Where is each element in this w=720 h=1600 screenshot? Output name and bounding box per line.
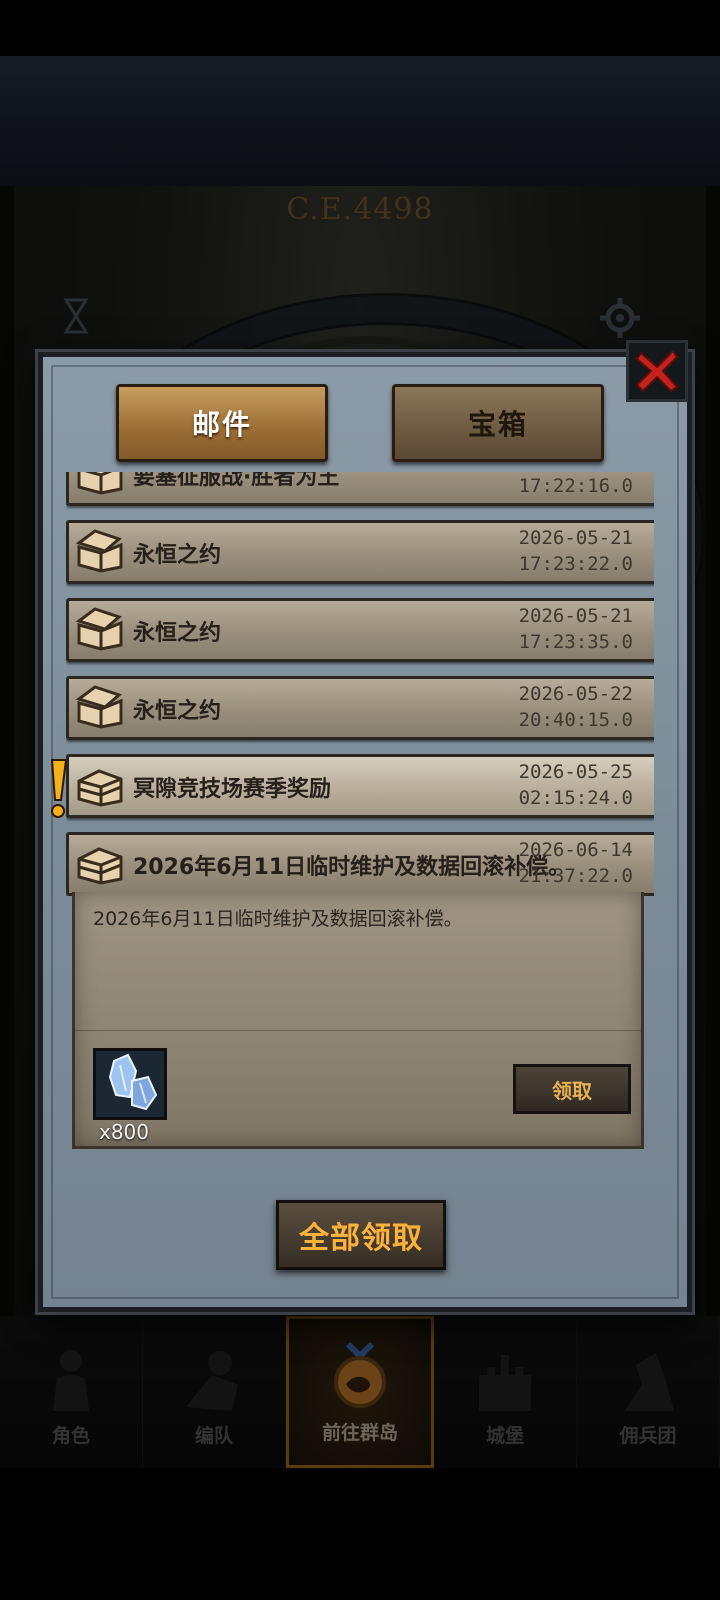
claim-all-button[interactable]: 全部领取 xyxy=(276,1200,446,1270)
mail-detail-panel: 2026年6月11日临时维护及数据回滚补偿。 x800 领取 xyxy=(72,892,644,1149)
mail-row[interactable]: 永恒之约 2026-05-22 20:40:15.0 xyxy=(66,676,654,740)
mail-list[interactable]: 要塞征服战·胜者为王 17:22:16.0 永恒之约 2026-05-21 17… xyxy=(66,472,654,896)
divider xyxy=(75,1030,641,1031)
close-button[interactable] xyxy=(626,340,688,402)
crystal-icon xyxy=(108,1053,158,1111)
mail-title: 要塞征服战·胜者为王 xyxy=(133,472,340,490)
close-icon xyxy=(635,349,679,393)
mail-row[interactable]: 要塞征服战·胜者为王 17:22:16.0 xyxy=(66,472,654,506)
mail-date: 2026-05-22 xyxy=(518,683,633,705)
mail-date: 2026-05-21 xyxy=(518,605,633,627)
chest-icon xyxy=(75,607,123,651)
mail-title: 2026年6月11日临时维护及数据回滚补偿。 xyxy=(133,855,571,880)
mail-time: 21:37:22.0 xyxy=(518,865,633,887)
chest-icon xyxy=(75,529,123,573)
exclamation-icon xyxy=(50,759,68,818)
mail-title: 永恒之约 xyxy=(133,699,222,724)
mail-body-text: 2026年6月11日临时维护及数据回滚补偿。 xyxy=(93,908,463,930)
mail-time: 17:22:16.0 xyxy=(518,475,633,497)
chest-icon xyxy=(75,685,123,729)
tab-chest[interactable]: 宝箱 xyxy=(392,384,604,462)
mail-title: 冥隙竞技场赛季奖励 xyxy=(133,777,332,802)
mail-time: 17:23:35.0 xyxy=(518,631,633,653)
claim-button[interactable]: 领取 xyxy=(513,1064,631,1114)
mail-date: 2026-06-14 xyxy=(518,839,633,861)
mail-row[interactable]: 冥隙竞技场赛季奖励 2026-05-25 02:15:24.0 xyxy=(66,754,654,818)
tab-mail[interactable]: 邮件 xyxy=(116,384,328,462)
mail-title: 永恒之约 xyxy=(133,621,222,646)
mail-time: 02:15:24.0 xyxy=(518,787,633,809)
mail-row[interactable]: 永恒之约 2026-05-21 17:23:22.0 xyxy=(66,520,654,584)
mail-title: 永恒之约 xyxy=(133,543,222,568)
mail-time: 17:23:22.0 xyxy=(518,553,633,575)
mail-date: 2026-05-25 xyxy=(518,761,633,783)
mail-date: 2026-05-21 xyxy=(518,527,633,549)
mail-time: 20:40:15.0 xyxy=(518,709,633,731)
reward-item[interactable] xyxy=(93,1048,167,1120)
mail-row[interactable]: 永恒之约 2026-05-21 17:23:35.0 xyxy=(66,598,654,662)
mail-row-expanded[interactable]: 2026年6月11日临时维护及数据回滚补偿。 2026-06-14 21:37:… xyxy=(66,832,654,896)
chest-icon xyxy=(77,769,123,807)
chest-icon xyxy=(77,472,123,495)
chest-icon xyxy=(77,847,123,885)
reward-count: x800 xyxy=(99,1120,150,1144)
